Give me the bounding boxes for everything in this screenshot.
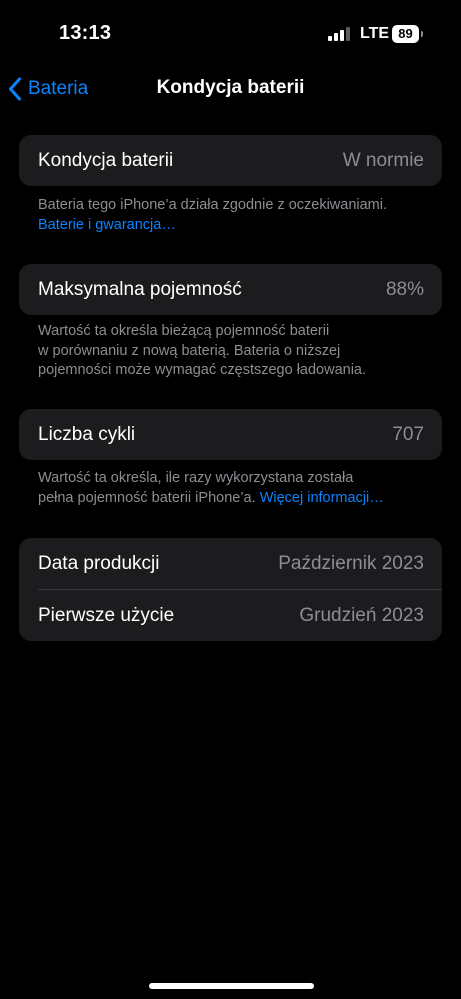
capacity-group: Maksymalna pojemność 88% (19, 264, 442, 315)
more-info-link[interactable]: Więcej informacji… (260, 490, 384, 506)
cycles-label: Liczba cykli (38, 423, 136, 445)
cycles-footnote-line-2: pełna pojemność baterii iPhone’a. Więcej… (38, 489, 438, 509)
battery-icon: 89 (392, 25, 423, 43)
signal-bar-2 (334, 33, 338, 41)
manufacture-date-value: Październik 2023 (278, 552, 424, 574)
capacity-footnote: Wartość ta określa bieżącą pojemność bat… (38, 322, 438, 381)
signal-bar-1 (328, 36, 332, 41)
first-use-label: Pierwsze użycie (38, 604, 175, 626)
health-label: Kondycja baterii (38, 149, 174, 171)
first-use-row: Pierwsze użycie Grudzień 2023 (19, 590, 442, 641)
battery-nub (421, 31, 423, 37)
health-footnote: Bateria tego iPhone’a działa zgodnie z o… (38, 196, 438, 235)
dates-group: Data produkcji Październik 2023 Pierwsze… (19, 538, 442, 641)
first-use-value: Grudzień 2023 (299, 604, 424, 626)
battery-level: 89 (392, 25, 419, 43)
capacity-footnote-line-1: Wartość ta określa bieżącą pojemność bat… (38, 323, 330, 339)
capacity-label: Maksymalna pojemność (38, 278, 242, 300)
cycles-value: 707 (392, 423, 424, 445)
cycles-group: Liczba cykli 707 (19, 409, 442, 460)
cycles-footnote: Wartość ta określa, ile razy wykorzystan… (38, 469, 438, 508)
status-time: 13:13 (59, 22, 112, 44)
home-indicator[interactable] (149, 983, 314, 989)
manufacture-date-row: Data produkcji Październik 2023 (19, 538, 442, 589)
cycles-footnote-line-2-text: pełna pojemność baterii iPhone’a. (38, 489, 256, 506)
capacity-footnote-line-3: pojemności może wymagać częstszego ładow… (38, 362, 367, 378)
navigation-bar: Bateria Kondycja baterii (0, 66, 461, 112)
network-type: LTE (360, 25, 390, 42)
status-bar: 13:13 LTE 89 (0, 0, 461, 60)
health-value: W normie (342, 149, 424, 171)
cycles-row: Liczba cykli 707 (19, 409, 442, 460)
signal-bar-4 (346, 27, 350, 41)
capacity-footnote-line-2: w porównaniu z nową baterią. Bateria o n… (38, 342, 341, 359)
cycles-footnote-line-1: Wartość ta określa, ile razy wykorzystan… (38, 470, 354, 486)
health-group: Kondycja baterii W normie (19, 135, 442, 186)
signal-bar-3 (340, 30, 344, 41)
battery-warranty-link[interactable]: Baterie i gwarancja… (38, 216, 438, 236)
health-row: Kondycja baterii W normie (19, 135, 442, 186)
page-title: Kondycja baterii (156, 77, 305, 98)
capacity-row: Maksymalna pojemność 88% (19, 264, 442, 315)
health-footnote-text: Bateria tego iPhone’a działa zgodnie z o… (38, 197, 388, 213)
manufacture-date-label: Data produkcji (38, 552, 160, 574)
capacity-value: 88% (385, 278, 424, 300)
cellular-signal-icon (328, 27, 352, 41)
